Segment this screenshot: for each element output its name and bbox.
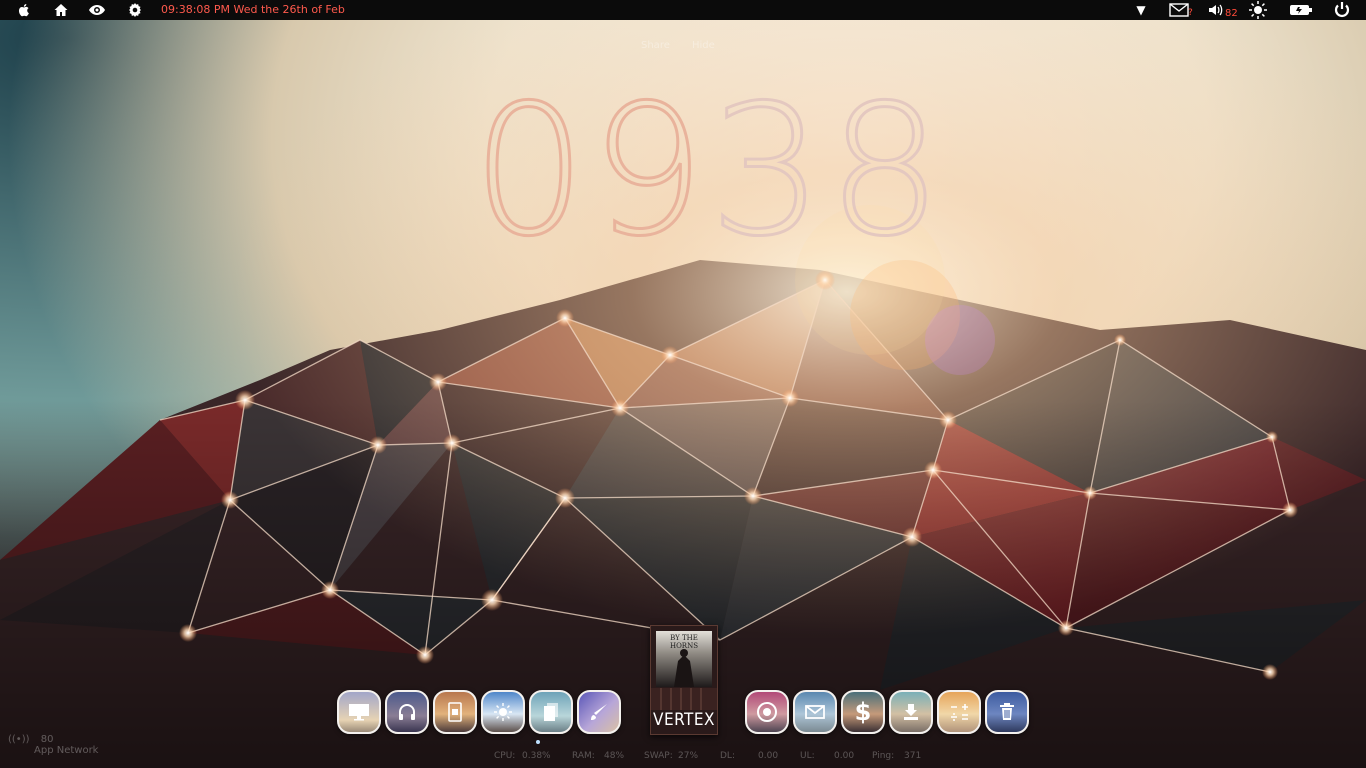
dock-files-button[interactable]: [529, 690, 573, 734]
weather-sun-icon: [483, 692, 523, 732]
dock-download-button[interactable]: [889, 690, 933, 734]
dock-money-button[interactable]: $: [841, 690, 885, 734]
volume-level: 82: [1225, 8, 1238, 19]
battery-icon[interactable]: [1288, 0, 1314, 20]
dl-label: DL:: [720, 751, 735, 761]
mail-icon: [795, 692, 835, 732]
swap-label: SWAP:: [644, 751, 673, 761]
ram-value: 48%: [604, 751, 625, 761]
cpu-value: 0.38%: [522, 751, 551, 761]
download-icon: [891, 692, 931, 732]
power-icon[interactable]: [1331, 0, 1353, 20]
ul-label: UL:: [800, 751, 815, 761]
monitor-icon: [339, 692, 379, 732]
dock-weather-button[interactable]: [481, 690, 525, 734]
trash-icon: [987, 692, 1027, 732]
apple-icon[interactable]: [13, 0, 35, 20]
eye-icon[interactable]: [86, 0, 108, 20]
mail-badge: ?: [1188, 8, 1193, 18]
dock-brush-button[interactable]: [577, 690, 621, 734]
dock-trash-button[interactable]: [985, 690, 1029, 734]
calculator-icon: [939, 692, 979, 732]
dock-mail-button[interactable]: [793, 690, 837, 734]
brightness-sun-icon[interactable]: [1247, 0, 1269, 20]
volume-icon[interactable]: [1206, 0, 1226, 20]
menubar-clock[interactable]: 09:38:08 PM Wed the 26th of Feb: [161, 0, 345, 20]
cpu-label: CPU:: [494, 751, 516, 761]
swap-value: 27%: [678, 751, 699, 761]
now-playing-widget[interactable]: BY THE HORNS VERTEX: [650, 625, 718, 735]
ping-label: Ping:: [872, 751, 895, 761]
disc-icon: [747, 692, 787, 732]
dollar-icon: $: [854, 698, 872, 726]
ping-value: 371: [904, 751, 922, 761]
mail-icon[interactable]: [1168, 0, 1190, 20]
share-link[interactable]: Share: [641, 40, 670, 51]
album-title: VERTEX: [653, 710, 715, 730]
home-icon[interactable]: [50, 0, 72, 20]
signal-icon: ((•)): [8, 734, 30, 745]
network-label: App Network: [34, 745, 99, 756]
desktop-clock: 0938: [470, 70, 943, 273]
documents-icon: [531, 692, 571, 732]
dl-value: 0.00: [758, 751, 779, 761]
dock-monitor-button[interactable]: [337, 690, 381, 734]
dock-disc-button[interactable]: [745, 690, 789, 734]
album-case-stripes: [651, 688, 717, 710]
dock-phone-button[interactable]: [433, 690, 477, 734]
album-cover: BY THE HORNS: [656, 631, 712, 687]
brush-icon: [579, 692, 619, 732]
gear-icon[interactable]: [124, 0, 146, 20]
ul-value: 0.00: [834, 751, 855, 761]
headphones-icon: [387, 692, 427, 732]
dock-headphones-button[interactable]: [385, 690, 429, 734]
ram-label: RAM:: [572, 751, 595, 761]
hide-link[interactable]: Hide: [692, 40, 715, 51]
menubar: 09:38:08 PM Wed the 26th of Feb ▼ ? 82: [0, 0, 1366, 20]
phone-icon: [435, 692, 475, 732]
network-indicator: ((•)) 80 App Network: [8, 734, 98, 756]
clock-minutes: 38: [708, 67, 947, 276]
dock-running-indicator: [536, 740, 540, 744]
dropdown-triangle-icon[interactable]: ▼: [1132, 0, 1150, 20]
dock-calculator-button[interactable]: [937, 690, 981, 734]
clock-hours: 09: [470, 67, 710, 276]
network-value: 80: [40, 734, 54, 745]
